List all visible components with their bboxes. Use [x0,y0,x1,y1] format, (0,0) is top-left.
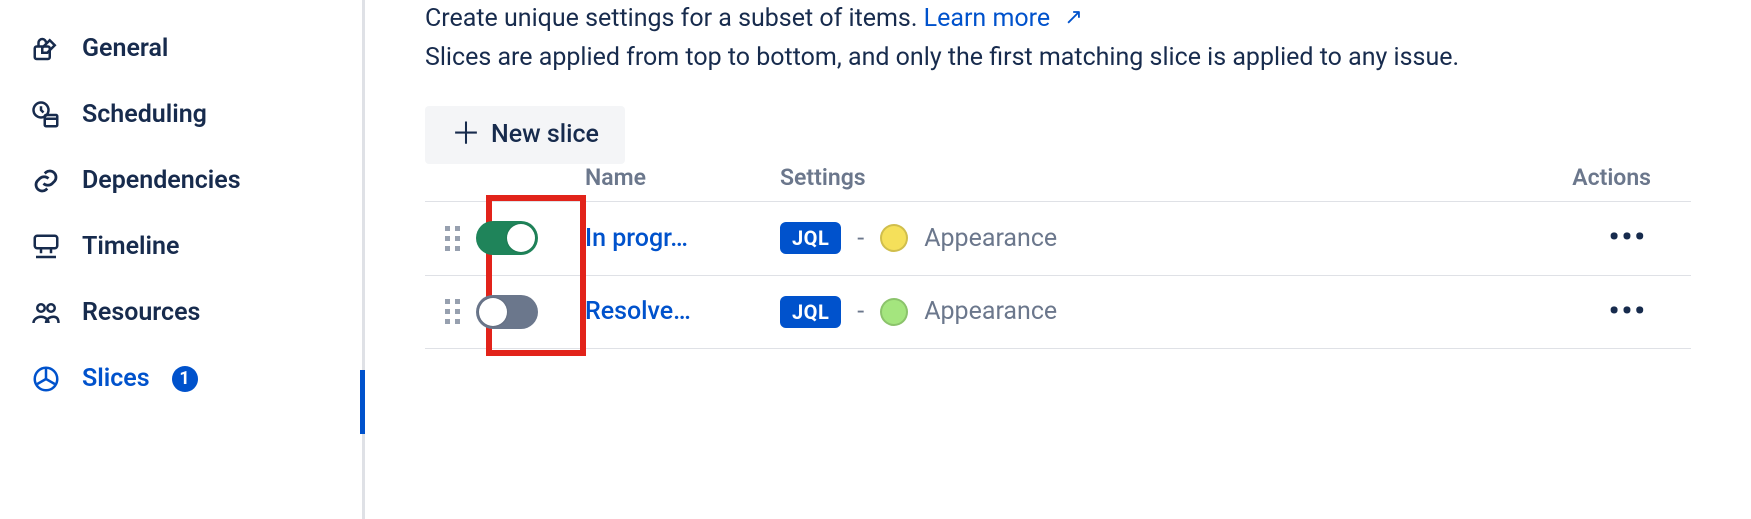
lock-edit-icon [28,34,64,64]
settings-cell: JQL - Appearance [780,296,1570,328]
desc-line1: Create unique settings for a subset of i… [425,4,917,33]
arrow-up-right-icon: ↗ [1064,1,1082,35]
more-actions-button[interactable]: ••• [1605,291,1651,333]
sidebar-item-label: Timeline [82,232,179,262]
th-name: Name [585,164,780,191]
sidebar-item-scheduling[interactable]: Scheduling [24,90,338,140]
main-content: Create unique settings for a subset of i… [365,0,1751,519]
learn-more-link[interactable]: Learn more ↗ [924,4,1083,33]
separator: - [857,297,864,326]
table-row: Resolve… JQL - Appearance ••• [425,275,1691,349]
clock-calendar-icon [28,100,64,130]
sidebar-item-label: Resources [82,298,200,328]
separator: - [857,224,864,253]
sidebar-item-general[interactable]: General [24,24,338,74]
enable-toggle[interactable] [476,295,538,329]
drag-handle-icon[interactable] [445,299,460,324]
sidebar-item-label: Dependencies [82,166,241,196]
sidebar-item-dependencies[interactable]: Dependencies [24,156,338,206]
people-icon [28,298,64,328]
plus-icon: ＋ [451,120,481,150]
sidebar-item-resources[interactable]: Resources [24,288,338,338]
page-description: Create unique settings for a subset of i… [425,0,1691,78]
sidebar-item-label: Slices [82,364,150,394]
slices-count-badge: 1 [172,366,198,392]
new-slice-button[interactable]: ＋ New slice [425,106,625,164]
jql-badge: JQL [780,222,841,254]
jql-badge: JQL [780,296,841,328]
slices-list: In progr… JQL - Appearance ••• [425,201,1691,349]
more-actions-button[interactable]: ••• [1605,217,1651,259]
color-swatch [880,224,908,252]
slice-name-link[interactable]: In progr… [585,224,780,253]
th-actions: Actions [1570,164,1691,191]
settings-cell: JQL - Appearance [780,222,1570,254]
table-header: Name Settings Actions [425,164,1691,201]
sidebar: General Scheduling Dependencies [0,0,365,519]
sidebar-item-label: General [82,34,168,64]
pie-chart-icon [28,364,64,394]
timeline-icon [28,232,64,262]
drag-handle-icon[interactable] [445,226,460,251]
slice-name-link[interactable]: Resolve… [585,297,780,326]
settings-label: Appearance [924,297,1057,326]
new-slice-label: New slice [491,120,599,149]
color-swatch [880,298,908,326]
sidebar-item-label: Scheduling [82,100,207,130]
settings-label: Appearance [924,224,1057,253]
table-row: In progr… JQL - Appearance ••• [425,201,1691,275]
desc-line2: Slices are applied from top to bottom, a… [425,43,1459,72]
enable-toggle[interactable] [476,221,538,255]
sidebar-item-timeline[interactable]: Timeline [24,222,338,272]
link-icon [28,166,64,196]
th-settings: Settings [780,164,1570,191]
sidebar-item-slices[interactable]: Slices 1 [24,354,338,404]
active-indicator [360,370,365,434]
